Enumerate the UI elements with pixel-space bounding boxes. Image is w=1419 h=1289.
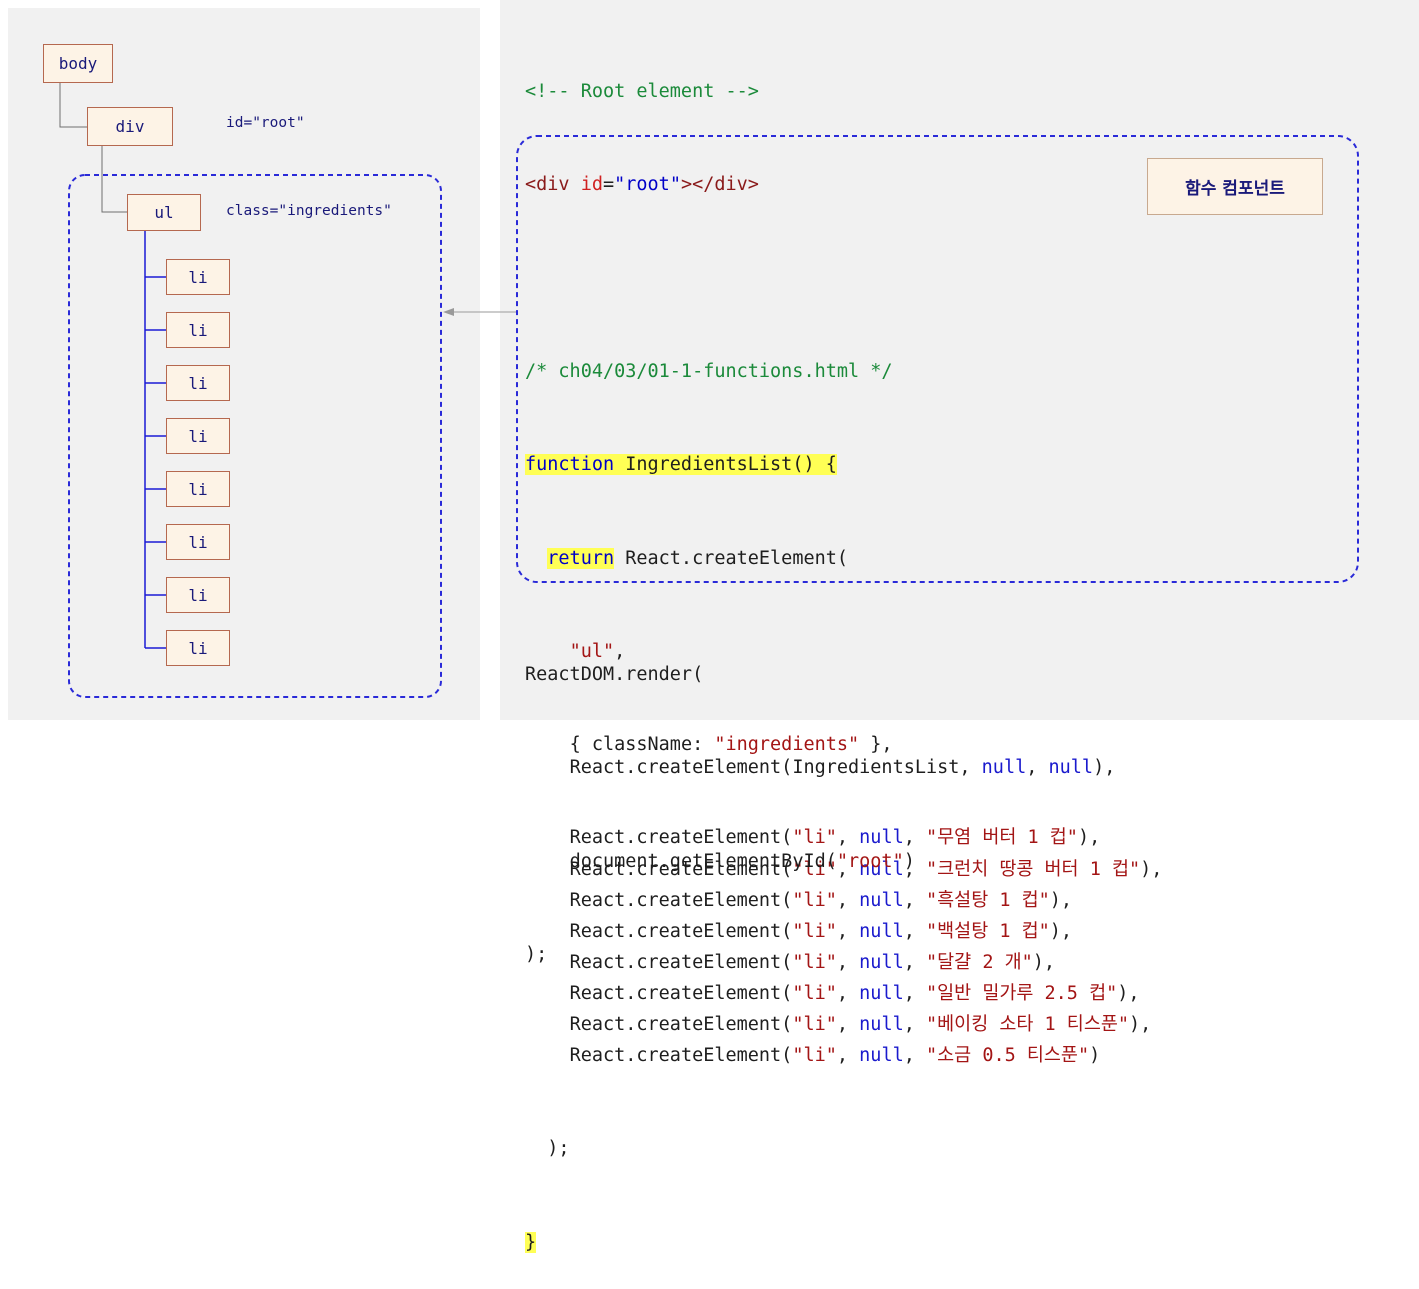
null-keyword: null [981, 757, 1027, 779]
tag-close: ></div> [680, 174, 759, 196]
code-line-function: function IngredientsList() { [525, 449, 1162, 480]
render-call: ReactDOM.render( [525, 664, 704, 686]
function-signature: IngredientsList() { [614, 454, 837, 476]
code-line-return: return React.createElement( [525, 543, 1162, 574]
file-comment: /* ch04/03/01-1-functions.html */ [525, 361, 893, 383]
node-li: li [166, 630, 230, 666]
get-element-prefix: document.getElementById( [569, 850, 837, 872]
render-close: ); [525, 944, 548, 966]
arrow-head [443, 308, 454, 316]
create-call: React.createElement( [614, 547, 849, 569]
render-block: ReactDOM.render( React.createElement(Ing… [525, 597, 1115, 1001]
li-string: "li" [792, 1014, 837, 1035]
node-li: li [166, 524, 230, 560]
attr-ul-class: class="ingredients" [226, 203, 392, 219]
attr-value: "root" [614, 174, 681, 196]
function-component-badge: 함수 컴포넌트 [1147, 158, 1323, 215]
li-call-prefix: React.createElement( [569, 1014, 793, 1035]
code-line-li: React.createElement("li", null, "베이킹 소타 … [569, 1014, 1152, 1035]
node-li: li [166, 471, 230, 507]
code-line-render-arg: React.createElement(IngredientsList, nul… [569, 757, 1116, 779]
code-line-get-element: document.getElementById("root") [569, 850, 915, 872]
code-line-file-comment: /* ch04/03/01-1-functions.html */ [525, 356, 1162, 387]
close-brace: } [525, 1231, 537, 1253]
root-string: "root" [836, 850, 904, 872]
code-line-close-paren: ); [525, 1133, 1162, 1164]
connector-body-div [59, 83, 87, 128]
ingredient-string: "소금 0.5 티스푼" [926, 1045, 1090, 1067]
node-body: body [43, 44, 113, 83]
connector-div-ul [101, 146, 127, 213]
ingredient-string: "베이킹 소타 1 티스푼" [926, 1014, 1130, 1035]
tag-open: <div [525, 174, 570, 196]
code-line-render-close: ); [525, 939, 1115, 970]
node-li: li [166, 577, 230, 613]
node-li: li [166, 259, 230, 295]
function-keyword: function [525, 454, 615, 476]
code-line-close-brace: } [525, 1227, 1162, 1258]
attr-eq: = [602, 174, 615, 196]
li-string: "li" [792, 1045, 837, 1067]
render-arg-prefix: React.createElement(IngredientsList, [569, 757, 982, 779]
attr-name: id [580, 174, 603, 196]
node-div: div [87, 107, 173, 146]
null-keyword: null [859, 1045, 904, 1067]
code-line-li: React.createElement("li", null, "소금 0.5 … [569, 1045, 1101, 1067]
null-keyword: null [859, 1014, 904, 1035]
code-line-render: ReactDOM.render( [525, 659, 1115, 690]
node-li: li [166, 418, 230, 454]
ul-group-dashed-border [68, 174, 442, 698]
return-keyword: return [547, 547, 615, 569]
html-comment: <!-- Root element --> [525, 81, 759, 103]
li-call-prefix: React.createElement( [569, 1045, 793, 1067]
code-line-root-div: <div id="root"></div> [525, 169, 1162, 200]
node-ul: ul [127, 194, 201, 231]
node-li: li [166, 365, 230, 401]
code-line-root-comment: <!-- Root element --> [525, 76, 1162, 107]
node-li: li [166, 312, 230, 348]
close-paren: ); [547, 1138, 570, 1160]
attr-div-id: id="root" [226, 115, 305, 131]
null-keyword: null [1048, 757, 1094, 779]
